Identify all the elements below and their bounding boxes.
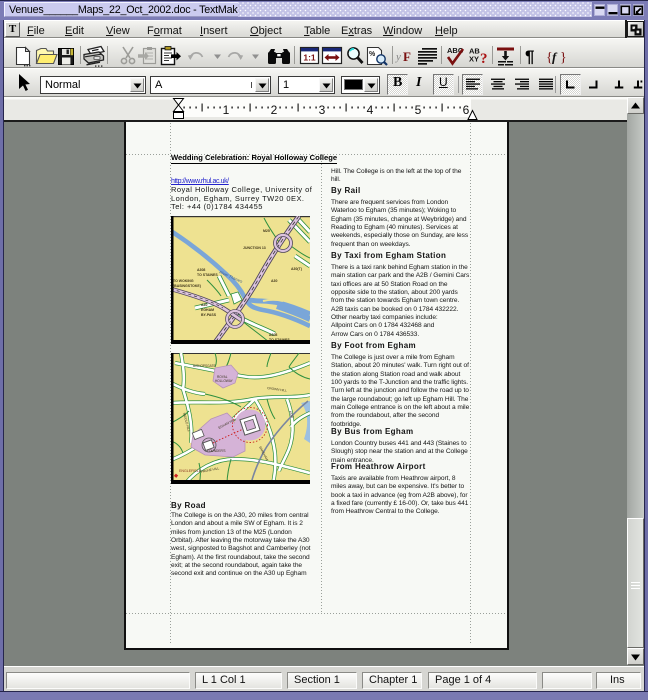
svg-text:HOLLOWAY: HOLLOWAY (215, 379, 234, 383)
svg-text:5: 5 (415, 103, 422, 117)
svg-text:BY-PASS: BY-PASS (201, 313, 217, 317)
svg-text:BISHOPSGATE: BISHOPSGATE (193, 364, 216, 368)
svg-text:JUNCTION 13: JUNCTION 13 (243, 246, 266, 250)
svg-text:%: % (369, 51, 376, 58)
svg-text:2: 2 (271, 103, 278, 117)
svg-text:f: f (552, 50, 558, 65)
svg-text:}: } (560, 51, 567, 66)
svg-text:4: 4 (367, 103, 374, 117)
svg-text:TO STAINES: TO STAINES (197, 273, 218, 277)
svg-text:y: y (395, 51, 401, 63)
svg-text:XY: XY (469, 55, 479, 64)
svg-text:(BASINGSTOKE): (BASINGSTOKE) (173, 284, 201, 288)
svg-text:?: ? (480, 51, 488, 67)
svg-text:3: 3 (319, 103, 326, 117)
svg-text:1: 1 (223, 103, 230, 117)
svg-text:ENGLEFIELD: ENGLEFIELD (179, 469, 202, 473)
svg-text:A30: A30 (201, 303, 207, 307)
svg-text:TO WOKING: TO WOKING (173, 279, 194, 283)
svg-text:¶: ¶ (525, 47, 534, 66)
svg-text:6: 6 (463, 103, 470, 117)
svg-text:M25: M25 (263, 229, 270, 233)
svg-text:1:1: 1:1 (303, 53, 316, 63)
svg-text:A30: A30 (271, 279, 277, 283)
svg-text:FOUNDER'S: FOUNDER'S (207, 449, 226, 453)
svg-text:A308: A308 (269, 333, 277, 337)
svg-text:A30(T): A30(T) (291, 267, 302, 271)
svg-text:A308: A308 (197, 268, 205, 272)
svg-text:F: F (403, 49, 411, 64)
svg-text:EGHAM: EGHAM (201, 308, 214, 312)
